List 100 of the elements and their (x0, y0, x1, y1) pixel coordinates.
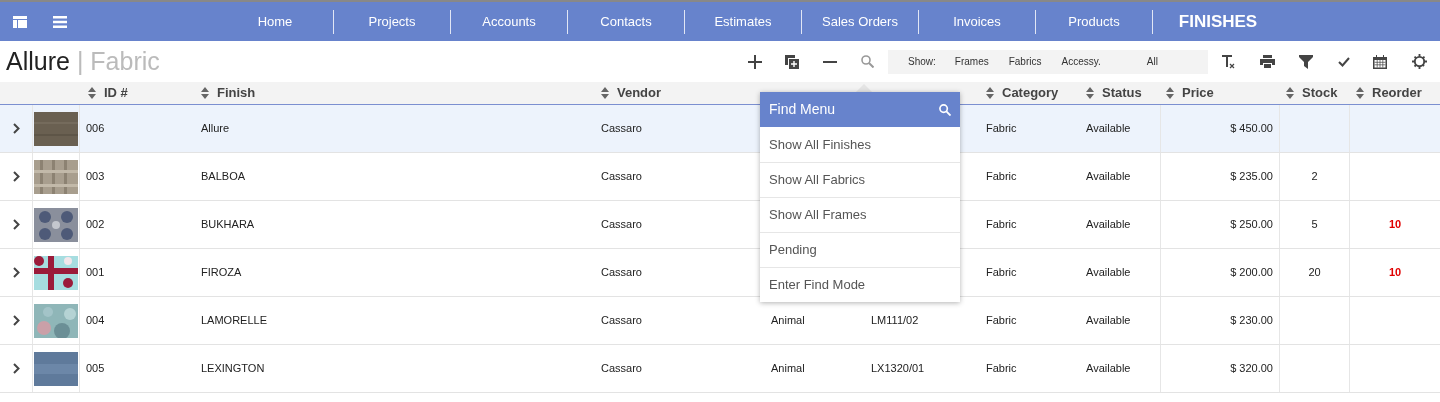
filter-option[interactable]: All (1132, 54, 1172, 69)
table-cell-text: Cassaro (601, 121, 642, 137)
price-cell-text: $ 230.00 (1230, 313, 1273, 329)
record-title: Allure | Fabric (6, 45, 160, 77)
table-cell-text: Available (1086, 361, 1131, 377)
filter-option[interactable]: Accessy. (1061, 54, 1101, 69)
nav-tab[interactable]: Invoices (919, 11, 1035, 32)
sort-icon (88, 87, 96, 99)
table-cell-text: Fabric (986, 169, 1017, 185)
expand-icon[interactable] (12, 363, 20, 374)
table-cell-text: LM111/02 (871, 313, 919, 329)
column-header[interactable]: Status (1102, 83, 1142, 103)
check-icon[interactable] (1338, 56, 1350, 67)
table-cell-text: Fabric (986, 313, 1017, 329)
reorder-cell-text: 10 (1388, 217, 1402, 233)
remove-icon[interactable] (823, 60, 837, 63)
table-cell-text: Available (1086, 217, 1131, 233)
print-icon[interactable] (1260, 55, 1275, 68)
expand-icon[interactable] (12, 219, 20, 230)
table-cell-text: 006 (86, 121, 105, 137)
table-row[interactable]: 004 LAMORELLE Cassaro Animal LM111/02 Fabric Available $ 230.00 (0, 297, 1440, 345)
table-cell-text: Cassaro (601, 217, 642, 233)
table-cell-text: 004 (86, 313, 105, 329)
nav-tab[interactable]: FINISHES (1153, 8, 1283, 35)
table-cell-text: Cassaro (601, 313, 642, 329)
price-cell-text: $ 450.00 (1230, 121, 1273, 137)
column-header[interactable]: Category (1002, 83, 1059, 103)
column-header[interactable]: Finish (217, 83, 256, 103)
menu-pointer (856, 84, 872, 92)
table-cell-text: Fabric (986, 265, 1017, 281)
table-cell-text: BUKHARA (201, 217, 255, 233)
expand-icon[interactable] (12, 171, 20, 182)
table-cell-text: Cassaro (601, 169, 642, 185)
expand-icon[interactable] (12, 123, 20, 134)
sort-icon (601, 87, 609, 99)
table-cell-text: Animal (771, 361, 805, 377)
column-header[interactable]: Vendor (617, 83, 662, 103)
sort-icon (1086, 87, 1094, 99)
find-menu-item[interactable]: Enter Find Mode (760, 267, 960, 302)
table-cell-text: BALBOA (201, 169, 246, 185)
column-header[interactable]: Reorder (1372, 83, 1422, 103)
sort-icon (201, 87, 209, 99)
nav-tab[interactable]: Contacts (568, 11, 684, 32)
layout-icon[interactable] (13, 15, 27, 28)
table-row[interactable]: 005 LEXINGTON Cassaro Animal LX1320/01 Fabric Available $ 320.00 (0, 345, 1440, 393)
find-menu-item[interactable]: Pending (760, 232, 960, 267)
table-cell-text: Cassaro (601, 265, 642, 281)
clear-format-icon[interactable] (1221, 54, 1235, 69)
calendar-icon[interactable] (1373, 54, 1387, 69)
table-cell-text: Available (1086, 169, 1131, 185)
table-cell-text: Animal (771, 313, 805, 329)
sort-icon (1166, 87, 1174, 99)
nav-tab[interactable]: Home (217, 11, 333, 32)
search-icon[interactable] (861, 55, 874, 68)
table-cell-text: Fabric (986, 361, 1017, 377)
table-cell-text: Available (1086, 265, 1131, 281)
show-label: Show: (908, 55, 936, 69)
price-cell-text: $ 235.00 (1230, 169, 1273, 185)
column-header[interactable]: Stock (1302, 83, 1338, 103)
filter-option[interactable]: Frames (954, 54, 989, 69)
stock-cell-text: 5 (1311, 217, 1318, 233)
filter-option[interactable]: Fabrics (1008, 54, 1042, 69)
table-cell-text: 001 (86, 265, 105, 281)
find-menu-item[interactable]: Show All Fabrics (760, 162, 960, 197)
search-icon[interactable] (939, 103, 951, 116)
table-cell-text: LEXINGTON (201, 361, 265, 377)
reorder-cell-text: 10 (1388, 265, 1402, 281)
stock-cell-text: 2 (1311, 169, 1318, 185)
sort-icon (1356, 87, 1364, 99)
duplicate-icon[interactable] (785, 54, 799, 69)
nav-tab[interactable]: Products (1036, 11, 1152, 32)
settings-icon[interactable] (1412, 54, 1427, 69)
filter-icon[interactable] (1299, 54, 1313, 69)
find-menu-item[interactable]: Show All Frames (760, 197, 960, 232)
sort-icon (986, 87, 994, 99)
price-cell-text: $ 200.00 (1230, 265, 1273, 281)
add-icon[interactable] (748, 54, 762, 69)
table-cell-text: Fabric (986, 217, 1017, 233)
table-cell-text: Cassaro (601, 361, 642, 377)
table-cell-text: Available (1086, 313, 1131, 329)
column-header[interactable]: ID # (104, 83, 128, 103)
nav-tab[interactable]: Estimates (685, 11, 801, 32)
table-cell-text: Fabric (986, 121, 1017, 137)
price-cell-text: $ 250.00 (1230, 217, 1273, 233)
table-cell-text: FIROZA (201, 265, 242, 281)
table-cell-text: LX1320/01 (871, 361, 925, 377)
nav-tab[interactable]: Sales Orders (802, 11, 918, 32)
nav-tab[interactable]: Projects (334, 11, 450, 32)
table-cell-text: 002 (86, 217, 105, 233)
column-header[interactable]: Price (1182, 83, 1214, 103)
expand-icon[interactable] (12, 267, 20, 278)
table-cell-text: 003 (86, 169, 105, 185)
stock-cell-text: 20 (1308, 265, 1321, 281)
table-cell-text: Allure (201, 121, 230, 137)
expand-icon[interactable] (12, 315, 20, 326)
table-cell-text: Available (1086, 121, 1131, 137)
sort-icon (1286, 87, 1294, 99)
menu-icon[interactable] (53, 15, 67, 28)
table-cell-text: LAMORELLE (201, 313, 268, 329)
nav-tab[interactable]: Accounts (451, 11, 567, 32)
